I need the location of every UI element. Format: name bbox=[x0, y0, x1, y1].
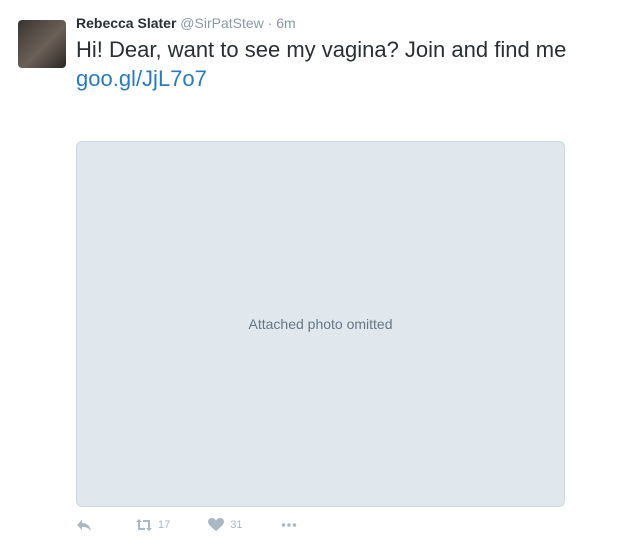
heart-icon bbox=[208, 518, 225, 531]
tweet-text: Hi! Dear, want to see my vagina? Join an… bbox=[76, 37, 567, 62]
reply-button[interactable] bbox=[76, 518, 98, 532]
tweet-card: Rebecca Slater @SirPatStew · 6m Hi! Dear… bbox=[0, 0, 625, 543]
author-name[interactable]: Rebecca Slater bbox=[76, 15, 176, 31]
media-placeholder-note: Attached photo omitted bbox=[248, 316, 393, 332]
media-placeholder[interactable]: Attached photo omitted bbox=[76, 141, 565, 507]
header-separator: · bbox=[267, 15, 273, 31]
retweet-count: 17 bbox=[158, 519, 171, 531]
retweet-icon bbox=[136, 519, 152, 531]
tweet-link[interactable]: goo.gl/JjL7o7 bbox=[76, 65, 576, 92]
like-button[interactable]: 31 bbox=[208, 518, 243, 532]
retweet-button[interactable]: 17 bbox=[136, 518, 170, 532]
author-handle[interactable]: @SirPatStew bbox=[180, 15, 263, 31]
reply-icon bbox=[77, 520, 91, 531]
more-icon bbox=[281, 523, 296, 527]
more-options-button[interactable] bbox=[281, 518, 303, 532]
like-count: 31 bbox=[230, 519, 243, 531]
avatar[interactable] bbox=[18, 20, 66, 68]
tweet-timestamp[interactable]: 6m bbox=[276, 15, 295, 31]
action-bar: 17 31 bbox=[76, 518, 341, 532]
tweet-content: Rebecca Slater @SirPatStew · 6m Hi! Dear… bbox=[76, 14, 576, 92]
tweet-header: Rebecca Slater @SirPatStew · 6m bbox=[76, 14, 576, 32]
